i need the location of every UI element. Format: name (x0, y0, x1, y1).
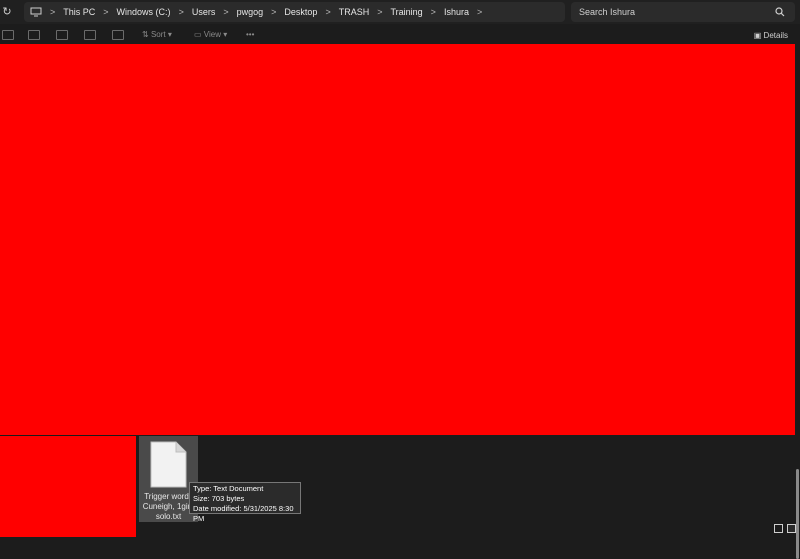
breadcrumb-label[interactable]: Users (192, 7, 216, 17)
address-row: ↻ > This PC > Windows (C:) > Users > pwgog >… (0, 0, 800, 24)
view-button[interactable]: ▭ View ▾ (194, 30, 227, 39)
redacted-region (0, 436, 136, 537)
file-tooltip: Type: Text Document Size: 703 bytes Date… (189, 482, 301, 523)
delete-icon[interactable] (112, 30, 124, 40)
tooltip-size: Size: 703 bytes (193, 494, 245, 503)
breadcrumb-desktop[interactable]: > Desktop (263, 7, 317, 17)
breadcrumb-label[interactable]: Training (390, 7, 422, 17)
sort-icon: ⇅ (142, 30, 151, 39)
text-file-icon (150, 441, 187, 488)
chevron-right-icon[interactable]: > (179, 7, 184, 17)
pc-icon (30, 7, 42, 17)
breadcrumb-pwgog[interactable]: > pwgog (215, 7, 263, 17)
sort-button[interactable]: ⇅ Sort ▾ (142, 30, 172, 39)
address-bar[interactable]: > This PC > Windows (C:) > Users > pwgog > De… (24, 2, 565, 22)
breadcrumb-ishura[interactable]: > Ishura > (423, 7, 491, 17)
chevron-right-icon[interactable]: > (271, 7, 276, 17)
rename-icon[interactable] (84, 30, 96, 40)
chevron-right-icon[interactable]: > (431, 7, 436, 17)
new-icon[interactable] (2, 30, 14, 40)
breadcrumb-windows-c[interactable]: > Windows (C:) (95, 7, 170, 17)
search-input[interactable]: Search Ishura (579, 7, 635, 17)
redacted-region (0, 44, 795, 435)
new-icon[interactable] (2, 30, 14, 40)
breadcrumb-users[interactable]: > Users (171, 7, 216, 17)
chevron-right-icon[interactable]: > (325, 7, 330, 17)
breadcrumb-label[interactable]: Windows (C:) (117, 7, 171, 17)
chevron-down-icon: ▾ (165, 30, 172, 39)
more-label[interactable]: ••• (246, 30, 254, 39)
breadcrumb-label[interactable]: pwgog (237, 7, 264, 17)
sort-label: Sort (150, 30, 166, 39)
breadcrumb-label[interactable]: Ishura (444, 7, 469, 17)
large-icons-view-icon[interactable] (787, 524, 796, 533)
chevron-right-icon[interactable]: > (477, 7, 482, 17)
chevron-down-icon: ▾ (220, 30, 228, 39)
details-view-icon[interactable] (774, 524, 783, 533)
search-icon[interactable] (775, 7, 785, 17)
vertical-scrollbar[interactable] (795, 44, 800, 559)
details-button[interactable]: ▣ Details (754, 31, 788, 40)
breadcrumb-label[interactable]: This PC (63, 7, 95, 17)
breadcrumb-training[interactable]: > Training (369, 7, 422, 17)
details-label: Details (763, 31, 788, 40)
tooltip-modified: Date modified: 5/31/2025 8:30 PM (193, 504, 294, 523)
copy-icon[interactable] (56, 30, 68, 40)
search-box[interactable]: Search Ishura (571, 2, 795, 22)
breadcrumb-label[interactable]: Desktop (284, 7, 317, 17)
command-bar: ⇅ Sort ▾ ▭ View ▾ ••• ▣ Details (0, 24, 800, 44)
more-button[interactable]: ••• (246, 30, 254, 39)
chevron-right-icon[interactable]: > (103, 7, 108, 17)
copy-icon[interactable] (56, 30, 68, 40)
view-label: View (203, 30, 221, 39)
rename-icon[interactable] (84, 30, 96, 40)
breadcrumb-trash[interactable]: > TRASH (317, 7, 369, 17)
chevron-right-icon[interactable]: > (223, 7, 228, 17)
chevron-right-icon[interactable]: > (50, 7, 55, 17)
refresh-icon[interactable]: ↻ (0, 4, 14, 20)
delete-icon[interactable] (112, 30, 124, 40)
chevron-right-icon[interactable]: > (377, 7, 382, 17)
view-icon: ▭ (194, 30, 204, 39)
scrollbar-thumb[interactable] (796, 469, 799, 559)
breadcrumb-label[interactable]: TRASH (339, 7, 370, 17)
tooltip-type: Type: Text Document (193, 484, 264, 493)
cut-icon[interactable] (28, 30, 40, 40)
breadcrumb-this-pc[interactable]: > This PC (42, 7, 95, 17)
details-pane-icon: ▣ (753, 31, 764, 40)
cut-icon[interactable] (28, 30, 40, 40)
